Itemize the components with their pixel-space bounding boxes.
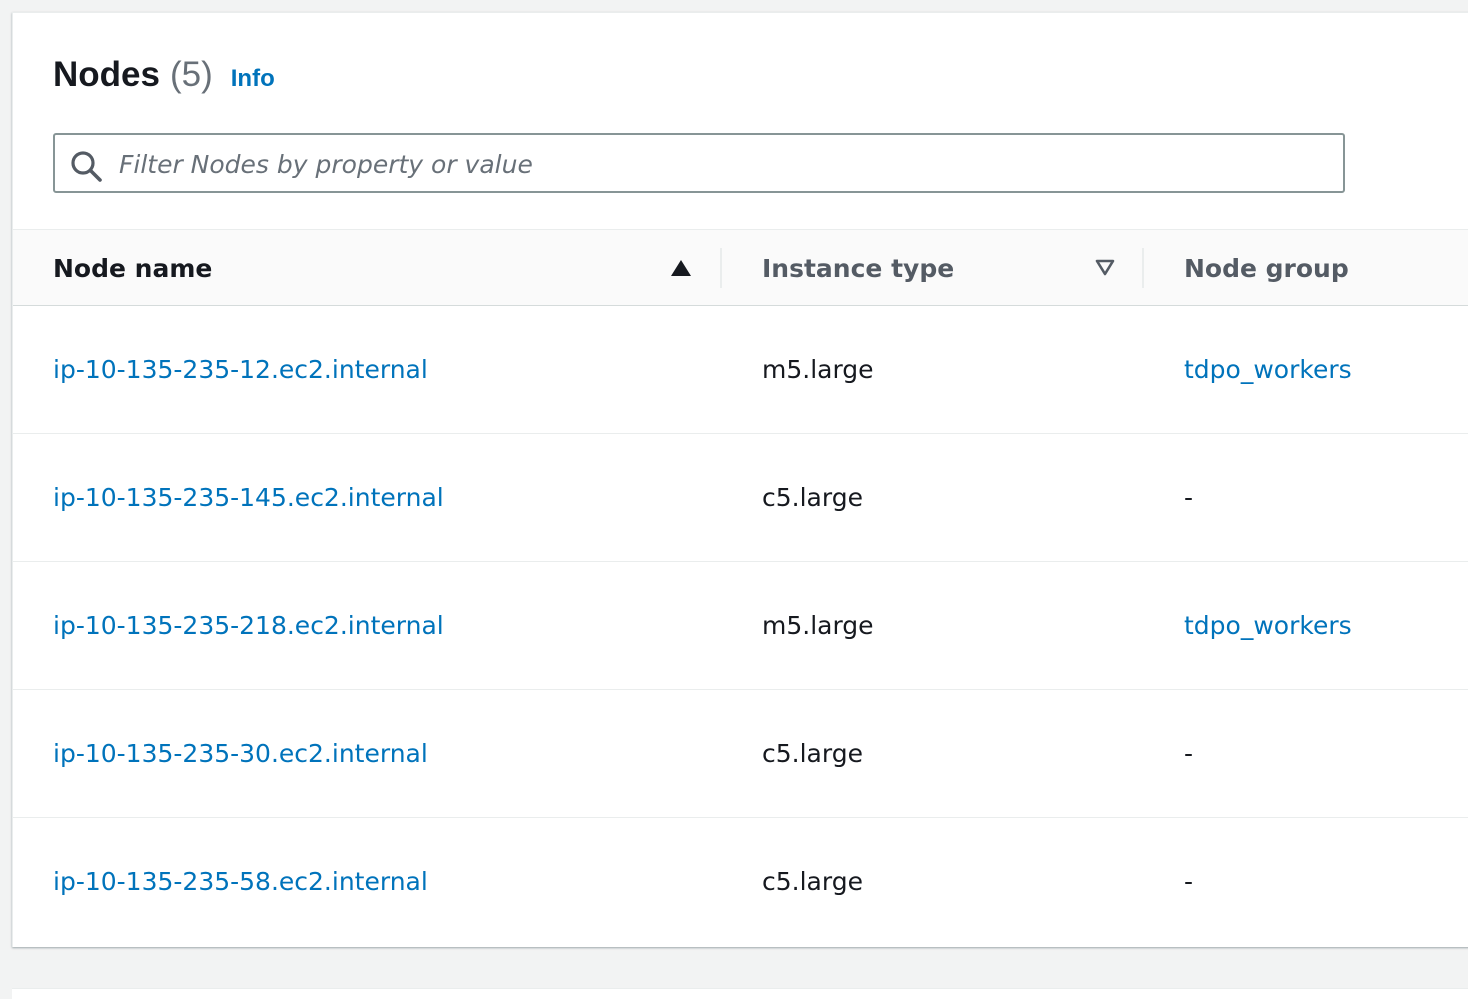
panel-header: Nodes (5) Info [53, 55, 275, 95]
instance-type-value: c5.large [762, 867, 863, 896]
column-header-label: Node name [53, 253, 213, 283]
table-header: Node name Instance type Node group [13, 229, 1468, 306]
table-row: ip-10-135-235-58.ec2.internal c5.large - [13, 818, 1468, 946]
table-row: ip-10-135-235-30.ec2.internal c5.large - [13, 690, 1468, 818]
instance-type-value: m5.large [762, 611, 874, 640]
node-name-link[interactable]: ip-10-135-235-218.ec2.internal [53, 562, 444, 689]
node-count: (5) [169, 55, 213, 94]
table-row: ip-10-135-235-145.ec2.internal c5.large … [13, 434, 1468, 562]
filter-box[interactable] [53, 133, 1345, 193]
sort-unsorted-icon[interactable] [1094, 258, 1116, 278]
column-header-node-group[interactable]: Node group [1184, 230, 1464, 306]
instance-type-value: c5.large [762, 739, 863, 768]
node-group-value: - [1184, 739, 1194, 768]
nodes-table: Node name Instance type Node group ip-10… [13, 229, 1468, 946]
table-row: ip-10-135-235-218.ec2.internal m5.large … [13, 562, 1468, 690]
column-header-instance-type[interactable]: Instance type [762, 230, 1122, 306]
column-divider[interactable] [1142, 248, 1144, 288]
nodes-panel: Nodes (5) Info Node name Instance type [12, 12, 1468, 947]
node-name-link[interactable]: ip-10-135-235-12.ec2.internal [53, 306, 428, 433]
column-header-label: Instance type [762, 253, 955, 283]
node-name-link[interactable]: ip-10-135-235-30.ec2.internal [53, 690, 428, 817]
node-group-value: - [1184, 483, 1194, 512]
node-name-link[interactable]: ip-10-135-235-145.ec2.internal [53, 434, 444, 561]
instance-type-value: c5.large [762, 483, 863, 512]
node-group-link[interactable]: tdpo_workers [1184, 562, 1352, 689]
filter-input[interactable] [117, 135, 1331, 193]
page-title: Nodes [53, 55, 160, 94]
column-header-label: Node group [1184, 253, 1349, 283]
node-group-link[interactable]: tdpo_workers [1184, 306, 1352, 433]
column-divider[interactable] [720, 248, 722, 288]
instance-type-value: m5.large [762, 355, 874, 384]
info-link[interactable]: Info [231, 65, 275, 93]
column-header-node-name[interactable]: Node name [53, 230, 693, 306]
node-name-link[interactable]: ip-10-135-235-58.ec2.internal [53, 818, 428, 945]
node-group-value: - [1184, 867, 1194, 896]
sort-ascending-icon[interactable] [670, 258, 692, 278]
table-row: ip-10-135-235-12.ec2.internal m5.large t… [13, 306, 1468, 434]
search-icon [71, 151, 102, 182]
